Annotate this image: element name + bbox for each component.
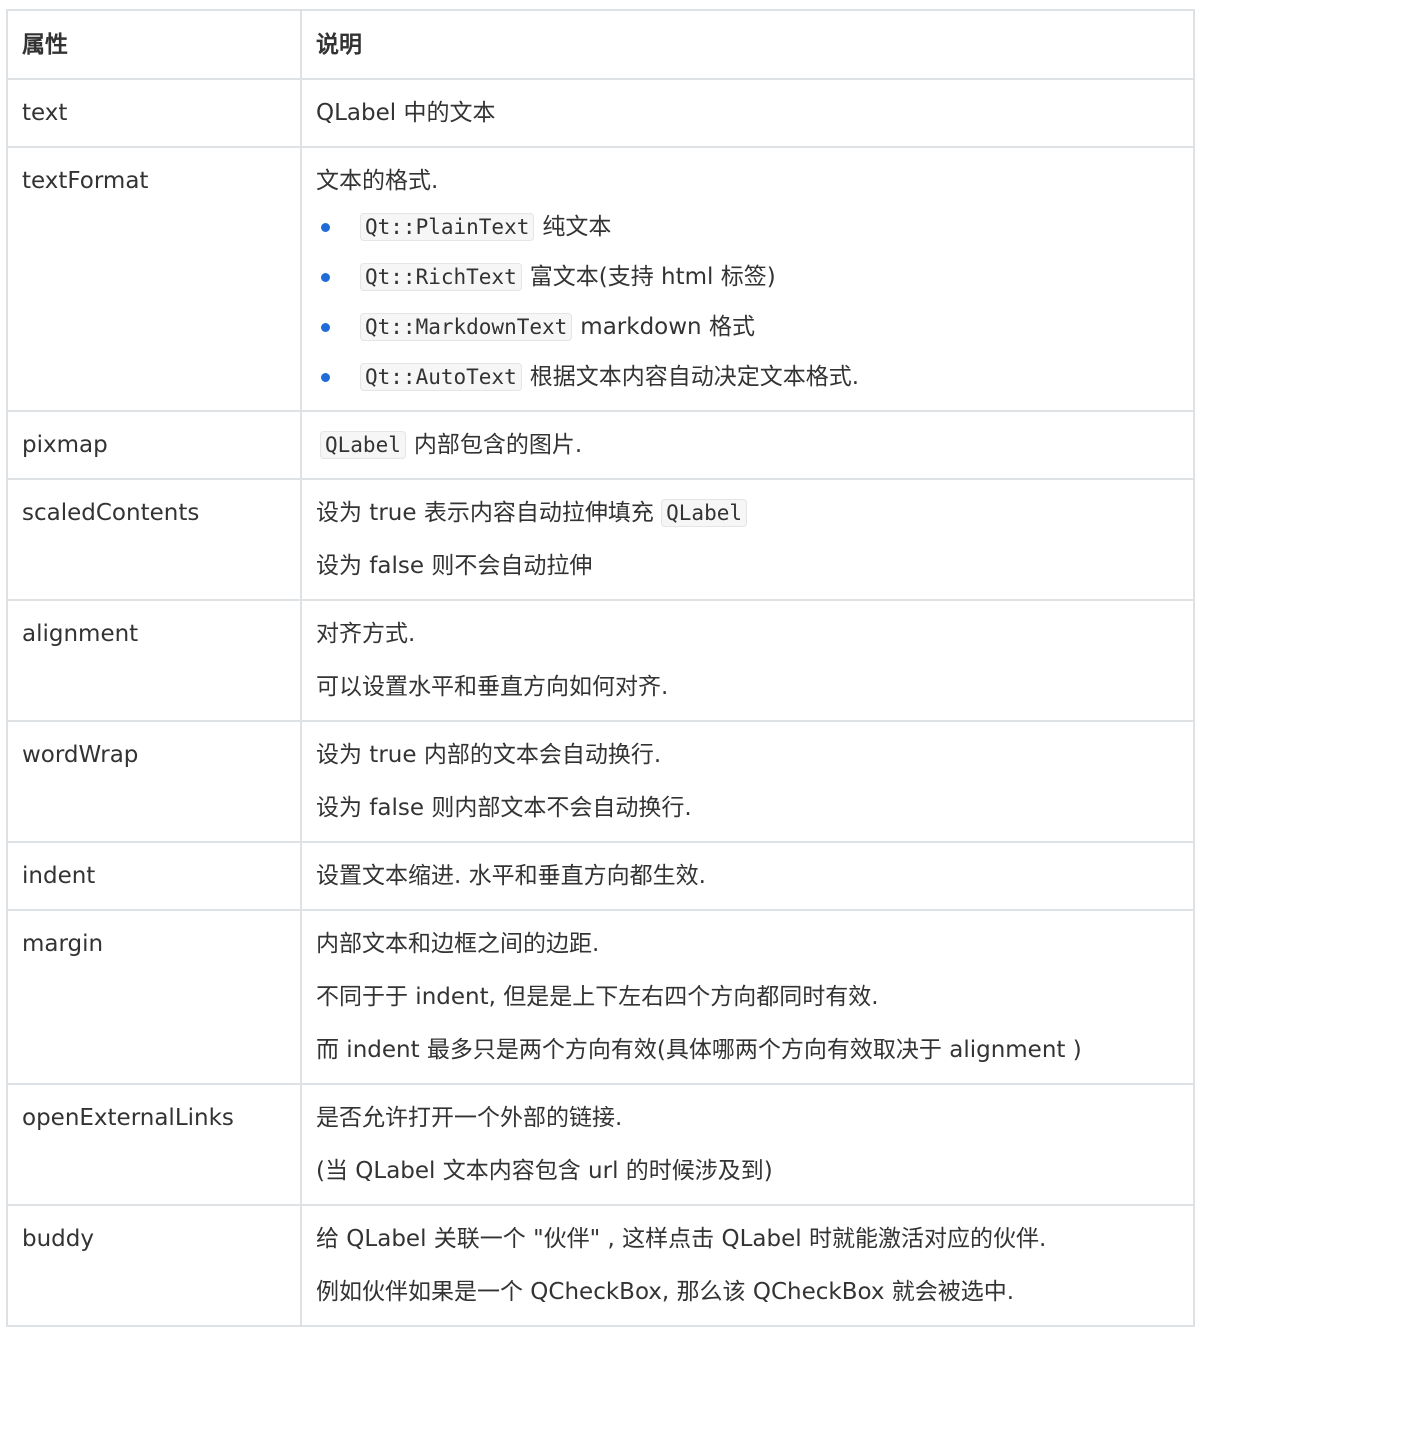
header-description: 说明 [300, 9, 1195, 80]
list-item-text: 根据文本内容自动决定文本格式. [529, 364, 860, 390]
property-name: indent [6, 841, 302, 911]
description-line: 设为 false 则不会自动拉伸 [316, 553, 593, 579]
description-text: 内部包含的图片. [413, 432, 583, 458]
property-description: 设为 true 内部的文本会自动换行. 设为 false 则内部文本不会自动换行… [300, 720, 1195, 843]
header-property: 属性 [6, 9, 302, 80]
description-line: 内部文本和边框之间的边距. [316, 931, 600, 957]
code-snippet: Qt::AutoText [360, 363, 522, 391]
property-description: 设为 true 表示内容自动拉伸填充 QLabel 设为 false 则不会自动… [300, 478, 1195, 601]
property-name: pixmap [6, 410, 302, 480]
property-name: openExternalLinks [6, 1083, 302, 1206]
property-description: QLabel 内部包含的图片. [300, 410, 1195, 480]
table-header-row: 属性 说明 [6, 9, 1195, 80]
list-item-text: 富文本(支持 html 标签) [529, 264, 776, 290]
code-snippet: QLabel [661, 499, 747, 527]
table-row: indent 设置文本缩进. 水平和垂直方向都生效. [6, 841, 1195, 911]
description-line: 可以设置水平和垂直方向如何对齐. [316, 674, 669, 700]
qlabel-properties-table: 属性 说明 text QLabel 中的文本 textFormat 文本的格式.… [6, 9, 1195, 1327]
list-item: Qt::AutoText 根据文本内容自动决定文本格式. [316, 362, 1179, 392]
description-line: 设为 false 则内部文本不会自动换行. [316, 795, 692, 821]
list-item: Qt::RichText 富文本(支持 html 标签) [316, 262, 1179, 312]
property-name: alignment [6, 599, 302, 722]
format-options-list: Qt::PlainText 纯文本 Qt::RichText 富文本(支持 html… [316, 212, 1179, 392]
list-item-text: markdown 格式 [580, 314, 755, 340]
table-row: buddy 给 QLabel 关联一个 "伙伴" , 这样点击 QLabel 时… [6, 1204, 1195, 1327]
table-row: textFormat 文本的格式. Qt::PlainText 纯文本 Qt::R… [6, 146, 1195, 412]
table-row: wordWrap 设为 true 内部的文本会自动换行. 设为 false 则内… [6, 720, 1195, 843]
code-snippet: QLabel [320, 431, 406, 459]
table-row: scaledContents 设为 true 表示内容自动拉伸填充 QLabel… [6, 478, 1195, 601]
description-line: 不同于于 indent, 但是是上下左右四个方向都同时有效. [316, 984, 879, 1010]
description-line: 文本的格式. [316, 168, 439, 194]
code-snippet: Qt::PlainText [360, 213, 535, 241]
list-item: Qt::PlainText 纯文本 [316, 212, 1179, 262]
property-name: scaledContents [6, 478, 302, 601]
property-description: 文本的格式. Qt::PlainText 纯文本 Qt::RichText 富文本(… [300, 146, 1195, 412]
bullet-icon [321, 273, 330, 282]
description-text: 设为 true 表示内容自动拉伸填充 [316, 500, 654, 526]
property-description: 给 QLabel 关联一个 "伙伴" , 这样点击 QLabel 时就能激活对应… [300, 1204, 1195, 1327]
list-item-text: 纯文本 [542, 214, 612, 240]
property-name: textFormat [6, 146, 302, 412]
description-line: 而 indent 最多只是两个方向有效(具体哪两个方向有效取决于 alignme… [316, 1037, 1082, 1063]
bullet-icon [321, 373, 330, 382]
code-snippet: Qt::MarkdownText [360, 313, 573, 341]
property-name: margin [6, 909, 302, 1085]
property-description: 内部文本和边框之间的边距. 不同于于 indent, 但是是上下左右四个方向都同… [300, 909, 1195, 1085]
list-item: Qt::MarkdownText markdown 格式 [316, 312, 1179, 362]
description-line: 设为 true 内部的文本会自动换行. [316, 742, 662, 768]
description-line: 是否允许打开一个外部的链接. [316, 1105, 623, 1131]
table-row: openExternalLinks 是否允许打开一个外部的链接. (当 QLab… [6, 1083, 1195, 1206]
bullet-icon [321, 223, 330, 232]
table-row: margin 内部文本和边框之间的边距. 不同于于 indent, 但是是上下左… [6, 909, 1195, 1085]
table-row: pixmap QLabel 内部包含的图片. [6, 410, 1195, 480]
description-line: (当 QLabel 文本内容包含 url 的时候涉及到) [316, 1158, 773, 1184]
property-description: 设置文本缩进. 水平和垂直方向都生效. [300, 841, 1195, 911]
description-line: 设为 true 表示内容自动拉伸填充 QLabel [316, 498, 1179, 528]
property-name: buddy [6, 1204, 302, 1327]
property-description: 对齐方式. 可以设置水平和垂直方向如何对齐. [300, 599, 1195, 722]
property-description: 是否允许打开一个外部的链接. (当 QLabel 文本内容包含 url 的时候涉… [300, 1083, 1195, 1206]
description-line: 设置文本缩进. 水平和垂直方向都生效. [316, 863, 706, 889]
table-row: text QLabel 中的文本 [6, 78, 1195, 148]
code-snippet: Qt::RichText [360, 263, 522, 291]
description-line: 对齐方式. [316, 621, 416, 647]
description-line: 给 QLabel 关联一个 "伙伴" , 这样点击 QLabel 时就能激活对应… [316, 1226, 1047, 1252]
description-line: QLabel 内部包含的图片. [316, 430, 1179, 460]
description-line: QLabel 中的文本 [316, 100, 496, 126]
property-description: QLabel 中的文本 [300, 78, 1195, 148]
property-name: text [6, 78, 302, 148]
property-name: wordWrap [6, 720, 302, 843]
bullet-icon [321, 323, 330, 332]
description-line: 例如伙伴如果是一个 QCheckBox, 那么该 QCheckBox 就会被选中… [316, 1279, 1015, 1305]
table-row: alignment 对齐方式. 可以设置水平和垂直方向如何对齐. [6, 599, 1195, 722]
